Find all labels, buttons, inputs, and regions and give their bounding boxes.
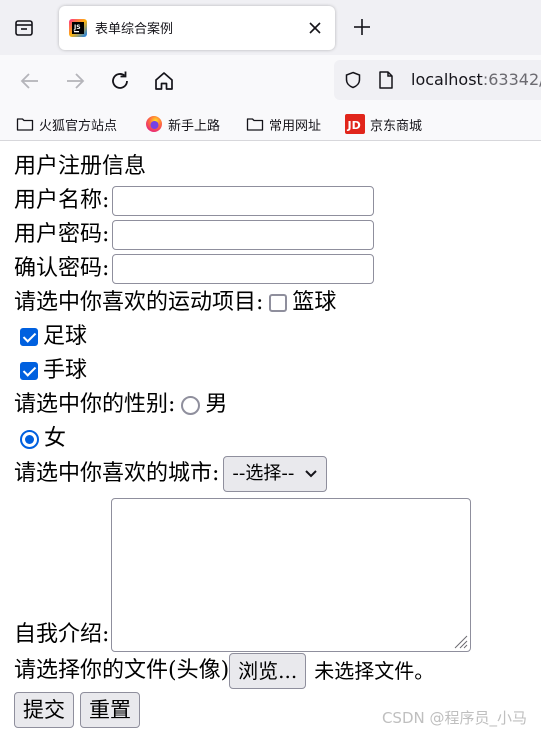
password-label: 用户密码: bbox=[14, 222, 110, 247]
navigation-bar: localhost:63342/ bbox=[0, 55, 541, 107]
intro-textarea[interactable] bbox=[111, 498, 472, 652]
password-row: 用户密码: bbox=[14, 218, 534, 252]
active-tab[interactable]: JS 表单综合案例 bbox=[59, 6, 335, 50]
tab-list-icon bbox=[15, 20, 33, 36]
handball-label: 手球 bbox=[43, 358, 88, 383]
file-row: 请选择你的文件(头像) 浏览... 未选择文件。 bbox=[14, 652, 534, 690]
sports-label: 请选中你喜欢的运动项目: bbox=[14, 290, 264, 315]
folder-icon bbox=[16, 118, 34, 131]
bookmark-firefox-official[interactable]: 火狐官方站点 bbox=[16, 113, 117, 135]
bookmark-label: 新手上路 bbox=[168, 118, 221, 134]
gender-female-radio[interactable] bbox=[20, 429, 39, 449]
folder-icon bbox=[246, 118, 264, 131]
chevron-down-icon bbox=[305, 470, 318, 478]
football-row: 足球 bbox=[14, 320, 534, 354]
intro-label: 自我介绍: bbox=[14, 622, 110, 647]
back-arrow-icon[interactable] bbox=[17, 68, 43, 94]
firefox-icon bbox=[146, 116, 162, 132]
jd-logo-icon: JD bbox=[345, 114, 365, 134]
intro-row: 自我介绍: bbox=[14, 492, 534, 652]
username-input[interactable] bbox=[112, 186, 375, 216]
username-label: 用户名称: bbox=[14, 188, 110, 213]
file-label: 请选择你的文件(头像) bbox=[14, 658, 230, 683]
new-tab-icon[interactable] bbox=[349, 14, 375, 40]
close-tab-icon[interactable] bbox=[303, 16, 327, 40]
watermark: CSDN @程序员_小马 bbox=[381, 709, 527, 727]
city-select[interactable]: --选择-- bbox=[223, 456, 328, 492]
svg-text:JD: JD bbox=[347, 119, 361, 132]
svg-text:JS: JS bbox=[73, 24, 81, 31]
page-info-icon[interactable] bbox=[378, 71, 394, 89]
resize-grip-icon[interactable] bbox=[452, 633, 468, 649]
form-heading: 用户注册信息 bbox=[14, 154, 147, 179]
city-row: 请选中你喜欢的城市: --选择-- bbox=[14, 456, 534, 492]
tab-list-button[interactable] bbox=[10, 14, 38, 42]
forward-arrow-icon[interactable] bbox=[62, 68, 88, 94]
file-status: 未选择文件。 bbox=[314, 659, 435, 683]
bookmark-label: 火狐官方站点 bbox=[39, 118, 118, 134]
handball-row: 手球 bbox=[14, 354, 534, 388]
submit-button[interactable]: 提交 bbox=[14, 692, 74, 728]
reset-button[interactable]: 重置 bbox=[80, 692, 140, 728]
sports-row: 请选中你喜欢的运动项目: 篮球 bbox=[14, 286, 534, 320]
bookmark-label: 常用网址 bbox=[269, 118, 322, 134]
confirm-password-row: 确认密码: bbox=[14, 252, 534, 286]
city-select-value: --选择-- bbox=[232, 463, 295, 484]
registration-form: 用户注册信息 用户名称: 用户密码: 确认密码: 请选中你喜欢的运动项目: 篮球… bbox=[14, 150, 534, 730]
gender-female-row: 女 bbox=[14, 422, 534, 456]
tab-title: 表单综合案例 bbox=[95, 22, 174, 37]
address-bar[interactable]: localhost:63342/ bbox=[334, 60, 541, 100]
url-port: :63342/ bbox=[482, 70, 541, 89]
gender-female-label: 女 bbox=[44, 426, 67, 451]
url-text: localhost:63342/ bbox=[411, 70, 541, 89]
tab-bar: JS 表单综合案例 bbox=[0, 0, 541, 55]
url-host: localhost bbox=[411, 70, 483, 89]
gender-label: 请选中你的性别: bbox=[14, 392, 176, 417]
tracking-protection-shield-icon[interactable] bbox=[344, 71, 362, 89]
confirm-password-input[interactable] bbox=[112, 254, 375, 284]
basketball-checkbox[interactable] bbox=[269, 294, 288, 312]
football-checkbox[interactable] bbox=[20, 328, 38, 346]
bookmarks-toolbar: 火狐官方站点 新手上路 常用网址 JD 京东商城 bbox=[0, 107, 541, 141]
gender-row: 请选中你的性别: 男 bbox=[14, 388, 534, 422]
city-label: 请选中你喜欢的城市: bbox=[14, 461, 220, 486]
bookmark-getting-started[interactable]: 新手上路 bbox=[145, 113, 220, 135]
password-input[interactable] bbox=[112, 220, 375, 250]
gender-male-radio[interactable] bbox=[181, 395, 201, 415]
football-label: 足球 bbox=[43, 324, 88, 349]
reload-icon[interactable] bbox=[107, 68, 133, 94]
basketball-label: 篮球 bbox=[292, 290, 337, 315]
gender-male-label: 男 bbox=[205, 392, 228, 417]
bookmark-jd-mall[interactable]: JD 京东商城 bbox=[345, 113, 422, 135]
bookmark-label: 京东商城 bbox=[370, 118, 423, 134]
home-icon[interactable] bbox=[151, 68, 177, 94]
handball-checkbox[interactable] bbox=[20, 362, 38, 380]
username-row: 用户名称: bbox=[14, 184, 534, 218]
webstorm-favicon-icon: JS bbox=[69, 19, 87, 37]
browse-file-button[interactable]: 浏览... bbox=[229, 653, 307, 689]
confirm-password-label: 确认密码: bbox=[14, 256, 110, 281]
bookmark-common-sites[interactable]: 常用网址 bbox=[246, 113, 321, 135]
